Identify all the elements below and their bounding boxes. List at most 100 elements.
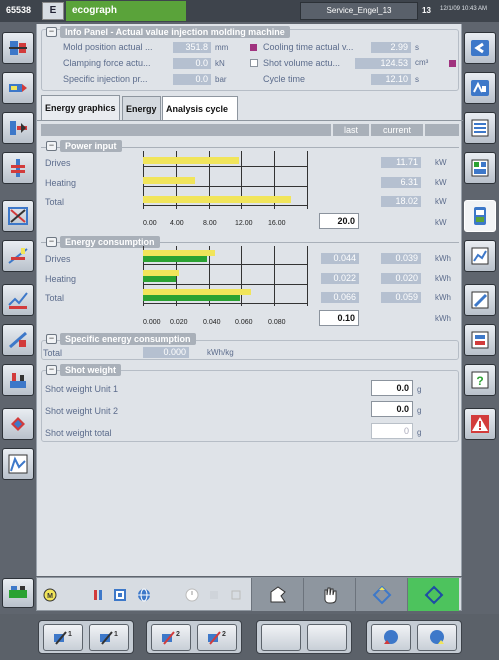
print-button[interactable] <box>464 324 496 356</box>
power-scale-max-input[interactable]: 20.0 <box>319 213 359 229</box>
curve-button[interactable] <box>2 448 34 480</box>
injection-unit-2-icon: 2 <box>162 631 180 645</box>
collapse-icon[interactable]: − <box>46 27 57 37</box>
shot-weight-unit: g <box>417 406 422 415</box>
svg-text:2: 2 <box>176 631 180 638</box>
injection-unit-button[interactable] <box>2 72 34 104</box>
cycle-timer-button[interactable] <box>183 586 201 604</box>
ejector-button[interactable] <box>2 112 34 144</box>
info-unit: bar <box>215 75 227 84</box>
nozzle-forward-button[interactable] <box>417 624 457 651</box>
cores-button[interactable] <box>2 200 34 232</box>
curve-icon <box>8 454 28 474</box>
tab-energy[interactable]: Energy <box>122 96 161 120</box>
temperature-button[interactable] <box>2 364 34 396</box>
chart-row-line <box>143 166 307 167</box>
axis-tick-label: 4.00 <box>170 220 184 227</box>
info-label: Cooling time actual v... <box>263 42 354 52</box>
shot-weight-title: Shot weight <box>60 364 121 376</box>
checkbox[interactable] <box>250 59 258 67</box>
collapse-icon[interactable]: − <box>46 334 57 344</box>
hand-mode-button[interactable] <box>2 324 34 356</box>
chart-bar-current-total <box>143 295 240 301</box>
mold-toggle-button[interactable] <box>111 586 129 604</box>
setup-mode-button[interactable] <box>251 578 303 611</box>
quality-button[interactable] <box>2 240 34 272</box>
column-header-blank <box>41 124 331 136</box>
specific-energy-unit: kWh/kg <box>207 348 234 357</box>
edit-button[interactable] <box>464 284 496 316</box>
auto-mode-button[interactable] <box>407 578 459 611</box>
robot-button[interactable] <box>205 586 223 604</box>
screen-list-button[interactable] <box>464 152 496 184</box>
unit2-screen-button[interactable]: 2 <box>151 624 191 651</box>
power-current-value: 18.02 <box>381 196 421 207</box>
power-total-label: Total <box>45 197 65 207</box>
shot-weight-unit1-input[interactable]: 0.0 <box>371 380 413 396</box>
user-field[interactable]: Service_Engel_13 <box>300 2 418 20</box>
monitor-icon <box>471 119 489 137</box>
alarm-button[interactable] <box>464 408 496 440</box>
soft-key-group <box>256 620 352 654</box>
collapse-icon[interactable]: − <box>46 141 57 151</box>
heating-button[interactable] <box>2 152 34 184</box>
heating-toggle-icon <box>94 590 102 600</box>
unit1-screen-alt-button[interactable]: 1 <box>89 624 129 651</box>
soft-key-bar: 1 1 2 2 <box>0 614 499 660</box>
nozzle-back-icon <box>384 629 398 644</box>
manual-mode-button[interactable] <box>303 578 355 611</box>
chart-gridline <box>307 246 308 306</box>
empty-soft-key[interactable] <box>307 624 347 651</box>
nozzle-back-button[interactable] <box>371 624 411 651</box>
semi-auto-mode-button[interactable] <box>355 578 407 611</box>
shot-weight-label: Shot weight Unit 1 <box>45 384 119 394</box>
motor-icon: M <box>43 588 57 602</box>
power-input-title: Power input <box>60 140 122 152</box>
setup-mode-icon <box>270 585 286 602</box>
gate-button[interactable] <box>227 586 245 604</box>
info-value: 124.53 <box>355 58 411 69</box>
energy-scale-max-input[interactable]: 0.10 <box>319 310 359 326</box>
shot-weight-unit2-input[interactable]: 0.0 <box>371 401 413 417</box>
ecograph-button[interactable] <box>464 200 496 232</box>
axis-tick-label: 0.040 <box>203 319 221 326</box>
tab-energy-graphics[interactable]: Energy graphics <box>41 95 120 121</box>
globe-button[interactable] <box>135 586 153 604</box>
power-unit: kW <box>435 197 447 206</box>
mold-setup-button[interactable] <box>2 32 34 64</box>
clock: 12/1/09 10:43 AM <box>440 6 488 12</box>
specific-energy-value: 0.000 <box>143 347 189 358</box>
collapse-icon[interactable]: − <box>46 365 57 375</box>
svg-text:1: 1 <box>114 631 118 638</box>
help-icon: ? <box>471 371 489 389</box>
back-button[interactable] <box>464 32 496 64</box>
energy-last-value: 0.066 <box>321 292 359 303</box>
edit-icon <box>471 291 489 309</box>
machine-overview-button[interactable] <box>2 578 34 608</box>
help-button[interactable]: ? <box>464 364 496 396</box>
unit2-screen-alt-button[interactable]: 2 <box>197 624 237 651</box>
unit1-screen-button[interactable]: 1 <box>43 624 83 651</box>
chart-gridline <box>274 246 275 306</box>
datalog-button[interactable] <box>464 240 496 272</box>
info-value: 0.0 <box>173 74 211 85</box>
empty-soft-key[interactable] <box>261 624 301 651</box>
monitor-button[interactable] <box>464 112 496 144</box>
hydraulic-button[interactable] <box>2 408 34 440</box>
back-icon <box>471 40 489 56</box>
axis-tick-label: 12.00 <box>235 220 253 227</box>
heating-toggle-button[interactable] <box>89 586 107 604</box>
hand-icon <box>324 587 336 603</box>
chart-row-line <box>143 186 307 187</box>
semi-auto-icon <box>372 585 391 604</box>
tab-analysis-cycle[interactable]: Analysis cycle <box>162 96 238 120</box>
home-button[interactable] <box>464 72 496 104</box>
motor-button[interactable]: M <box>41 586 59 604</box>
collapse-icon[interactable]: − <box>46 237 57 247</box>
process-graph-button[interactable] <box>2 284 34 316</box>
specific-energy-title: Specific energy consumption <box>60 333 196 345</box>
ejector-icon <box>10 121 27 135</box>
ecograph-icon <box>474 207 486 225</box>
soft-key-group: 2 2 <box>146 620 242 654</box>
title-bar: 65538 E ecograph Service_Engel_13 13 12/… <box>0 0 499 22</box>
